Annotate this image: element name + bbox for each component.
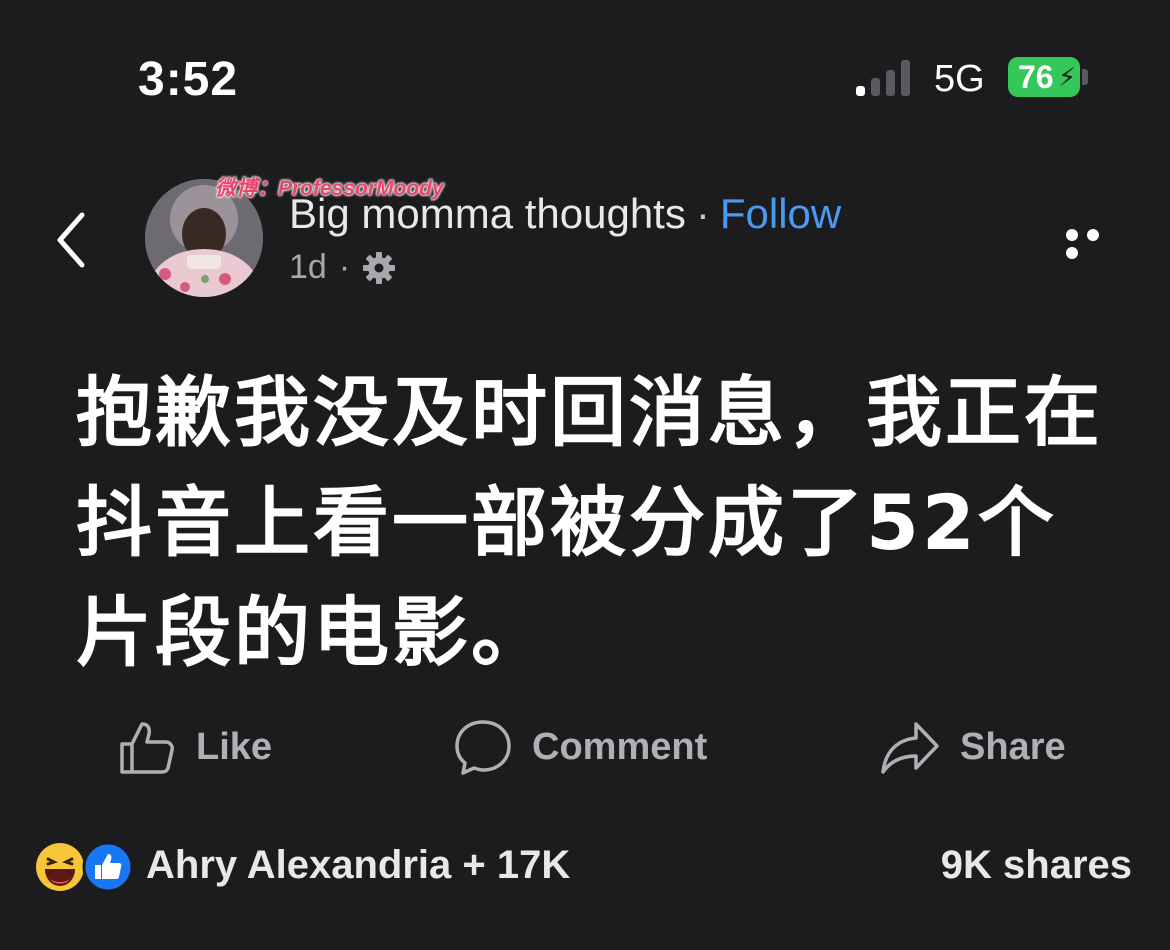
reaction-count[interactable]: Ahry Alexandria + 17K [146, 843, 570, 888]
status-bar: 3:52 5G 76 ⚡ [0, 0, 1170, 150]
network-label: 5G [934, 58, 985, 100]
like-button[interactable]: Like [118, 712, 272, 782]
gear-icon [363, 251, 396, 284]
battery-cap [1082, 69, 1088, 85]
comment-button[interactable]: Comment [454, 712, 707, 782]
like-label: Like [196, 725, 273, 768]
reactions-footer: Ahry Alexandria + 17K 9K shares [0, 835, 1170, 895]
thumbs-up-icon [120, 722, 174, 774]
back-chevron-icon[interactable] [52, 210, 92, 270]
follow-button[interactable]: Follow [720, 190, 841, 237]
page-name[interactable]: Big momma thoughts [289, 190, 686, 237]
status-time: 3:52 [138, 53, 239, 106]
battery-level: 76 [1018, 59, 1054, 95]
meta-separator: · [338, 248, 351, 286]
haha-reaction-icon [36, 843, 84, 891]
like-reaction-icon [82, 841, 134, 893]
post-timestamp[interactable]: 1d [289, 248, 327, 287]
post-text: 抱歉我没及时回消息，我正在抖音上看一部被分成了52个片段的电影。 [76, 368, 1103, 677]
shares-count[interactable]: 9K shares [941, 843, 1132, 888]
share-label: Share [960, 725, 1066, 768]
share-arrow-icon [881, 722, 939, 774]
comment-label: Comment [532, 725, 708, 768]
share-button[interactable]: Share [880, 712, 1066, 782]
signal-icon [856, 60, 916, 96]
action-bar: Like Comment Share [0, 712, 1170, 782]
name-separator: · [695, 190, 710, 237]
post-meta: 1d · [289, 248, 396, 287]
post-header: 微博：ProfessorMoody Big momma thoughts · Fol… [0, 170, 1170, 310]
page-name-row: Big momma thoughts · Follow [289, 190, 841, 238]
reaction-icons[interactable] [34, 841, 134, 893]
comment-bubble-icon [455, 720, 511, 775]
charging-bolt-icon: ⚡ [1058, 62, 1077, 92]
more-icon[interactable] [1066, 228, 1128, 259]
